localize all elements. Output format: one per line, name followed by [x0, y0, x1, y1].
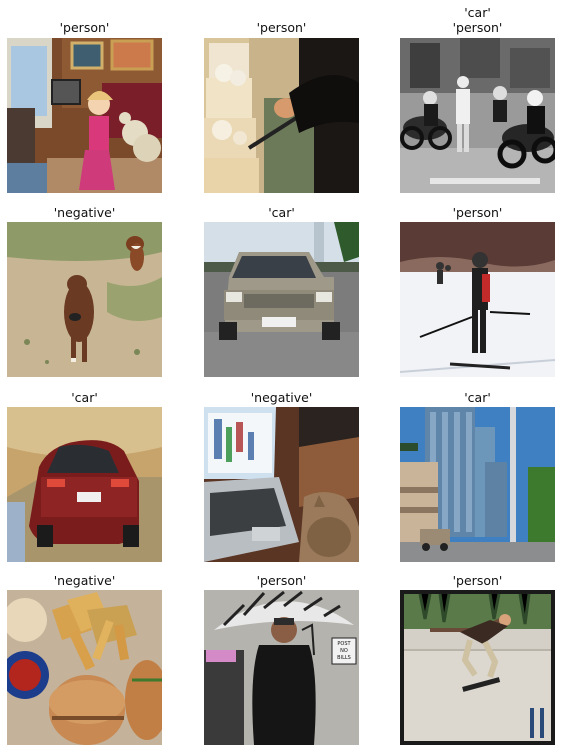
image-thumbnail-man-umbrella: POST NO BILLS	[204, 590, 359, 745]
image-thumbnail-laptop-cat	[204, 407, 359, 562]
image-thumbnail-street-motorcycles	[400, 38, 555, 193]
post-sign-text: POST	[337, 641, 351, 647]
image-label: 'car'	[268, 205, 295, 220]
image-label: 'car'	[464, 390, 491, 405]
image-thumbnail-red-car	[7, 407, 162, 562]
image-thumbnail-skier	[400, 222, 555, 377]
image-thumbnail-cake-cutting	[204, 38, 359, 193]
image-thumbnail-burger-fries	[7, 590, 162, 745]
post-sign-text: NO	[340, 648, 348, 654]
image-label: 'negative'	[250, 390, 313, 405]
image-label: 'car'	[464, 5, 491, 20]
image-thumbnail-skateboarder	[400, 590, 555, 745]
image-label: 'person'	[452, 573, 503, 588]
image-label: 'person'	[452, 20, 503, 35]
image-label: 'person'	[256, 573, 307, 588]
image-thumbnail-silver-minivan	[204, 222, 359, 377]
image-thumbnail-city-street	[400, 407, 555, 562]
image-label: 'negative'	[53, 573, 116, 588]
image-label: 'negative'	[53, 205, 116, 220]
image-thumbnail-dogs-on-dirt	[7, 222, 162, 377]
image-label: 'person'	[452, 205, 503, 220]
image-thumbnail-girl-living-room	[7, 38, 162, 193]
image-label: 'person'	[59, 20, 110, 35]
post-sign-text: BILLS	[337, 655, 351, 661]
image-label: 'car'	[71, 390, 98, 405]
image-label: 'person'	[256, 20, 307, 35]
